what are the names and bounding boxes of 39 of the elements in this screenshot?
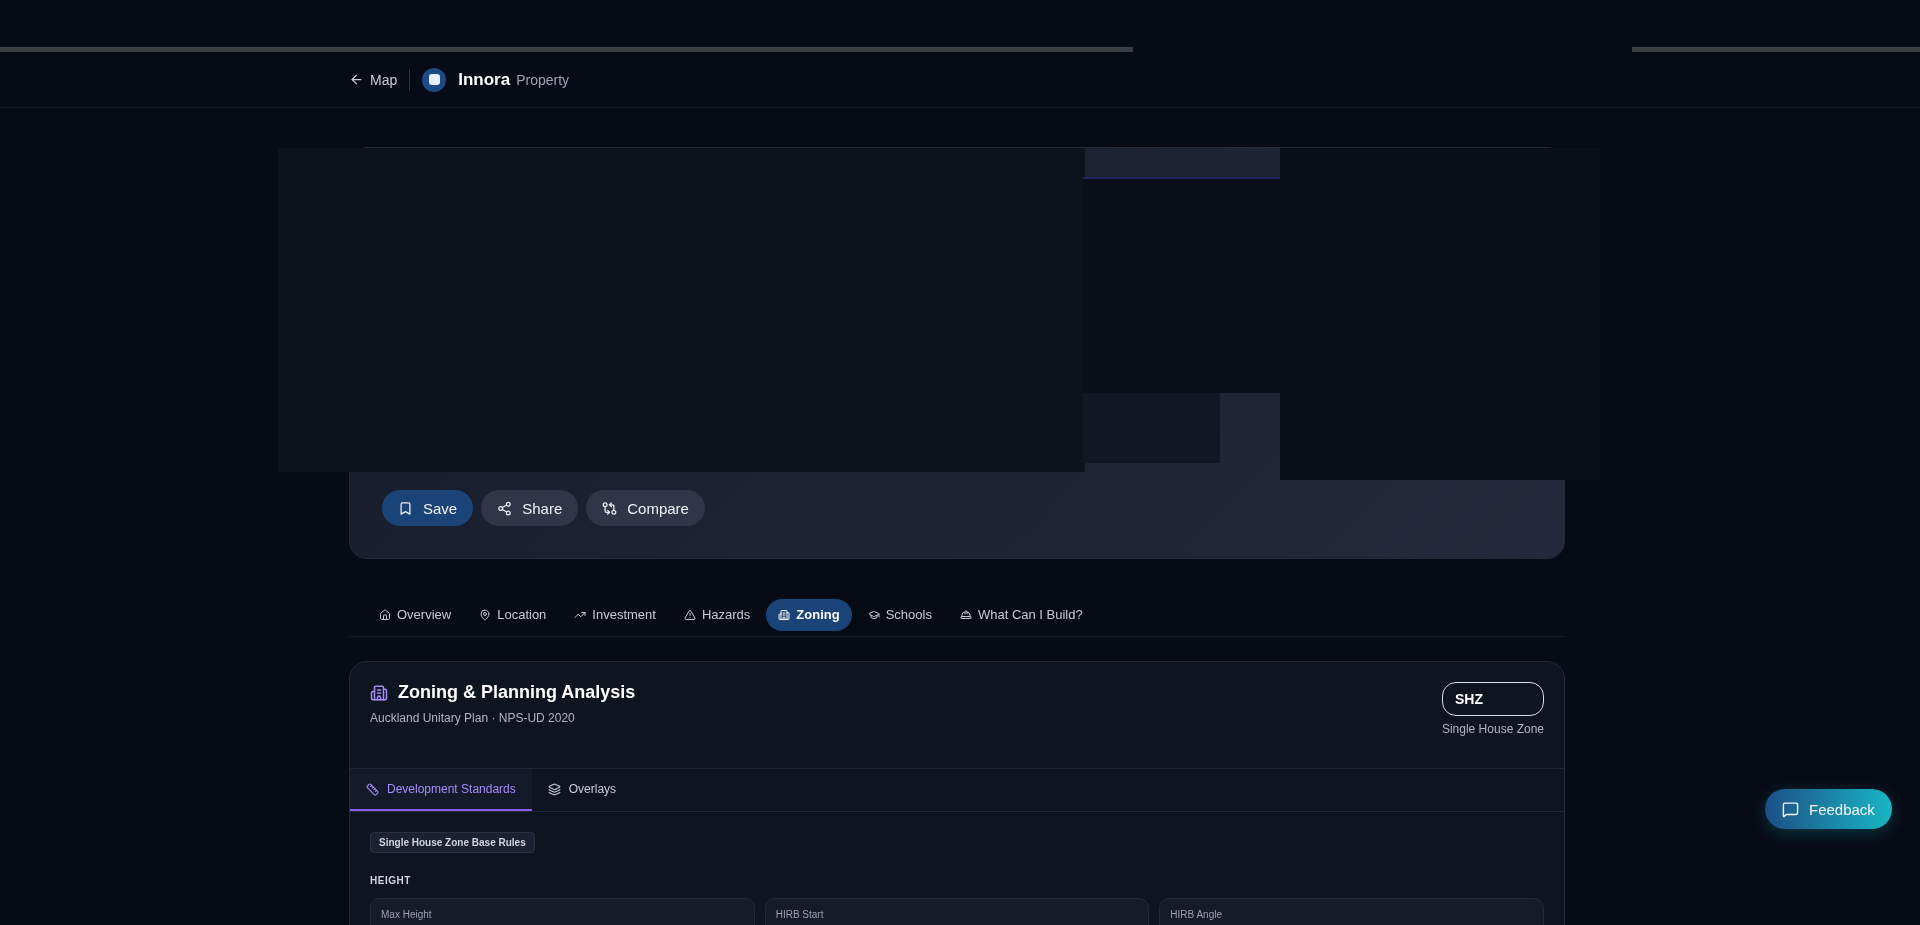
logo-icon <box>422 67 447 92</box>
zone-code-badge: SHZ <box>1442 682 1544 716</box>
brand-subtitle: Property <box>516 71 570 88</box>
section-tab[interactable]: What Can I Build? <box>947 598 1095 631</box>
section-tab[interactable]: Schools <box>855 598 944 631</box>
warning-icon <box>683 608 696 621</box>
feedback-button[interactable]: Feedback <box>1765 789 1892 829</box>
rules-tag: Single House Zone Base Rules <box>370 832 535 853</box>
subsection-tab[interactable]: Overlays <box>531 769 633 811</box>
stat-card: Max Height <box>370 898 755 925</box>
subsection-tab[interactable]: Development Standards <box>350 769 532 811</box>
graduation-cap-icon <box>867 608 880 621</box>
house-icon <box>379 608 391 621</box>
stat-card: HIRB Angle <box>1159 898 1544 925</box>
share-button[interactable]: Share <box>481 490 579 526</box>
building-icon <box>370 683 388 702</box>
bookmark-icon <box>398 500 413 516</box>
card-subtitle: Auckland Unitary Plan · NPS-UD 2020 <box>370 711 576 725</box>
stat-card: HIRB Start <box>764 898 1150 925</box>
layers-icon <box>547 782 561 796</box>
map-pin-icon <box>479 608 492 621</box>
section-tab[interactable]: Zoning <box>766 598 852 631</box>
ruler-icon <box>366 782 379 796</box>
section-tab[interactable]: Overview <box>367 598 464 631</box>
section-tab[interactable]: Investment <box>562 598 668 631</box>
building-icon <box>778 608 791 621</box>
section-heading: HEIGHT <box>370 875 412 886</box>
compare-icon <box>602 500 618 516</box>
card-title: Zoning & Planning Analysis <box>398 682 636 703</box>
zone-name: Single House Zone <box>1441 722 1544 736</box>
section-tab[interactable]: Hazards <box>671 598 763 631</box>
share-icon <box>497 500 513 516</box>
hard-hat-icon <box>959 608 972 621</box>
compare-button[interactable]: Compare <box>586 490 705 526</box>
save-button[interactable]: Save <box>382 490 474 526</box>
brand-name: Innora <box>458 69 511 90</box>
section-tab[interactable]: Location <box>467 598 559 631</box>
message-icon <box>1782 800 1799 818</box>
back-to-map-link[interactable]: Map <box>349 71 398 88</box>
